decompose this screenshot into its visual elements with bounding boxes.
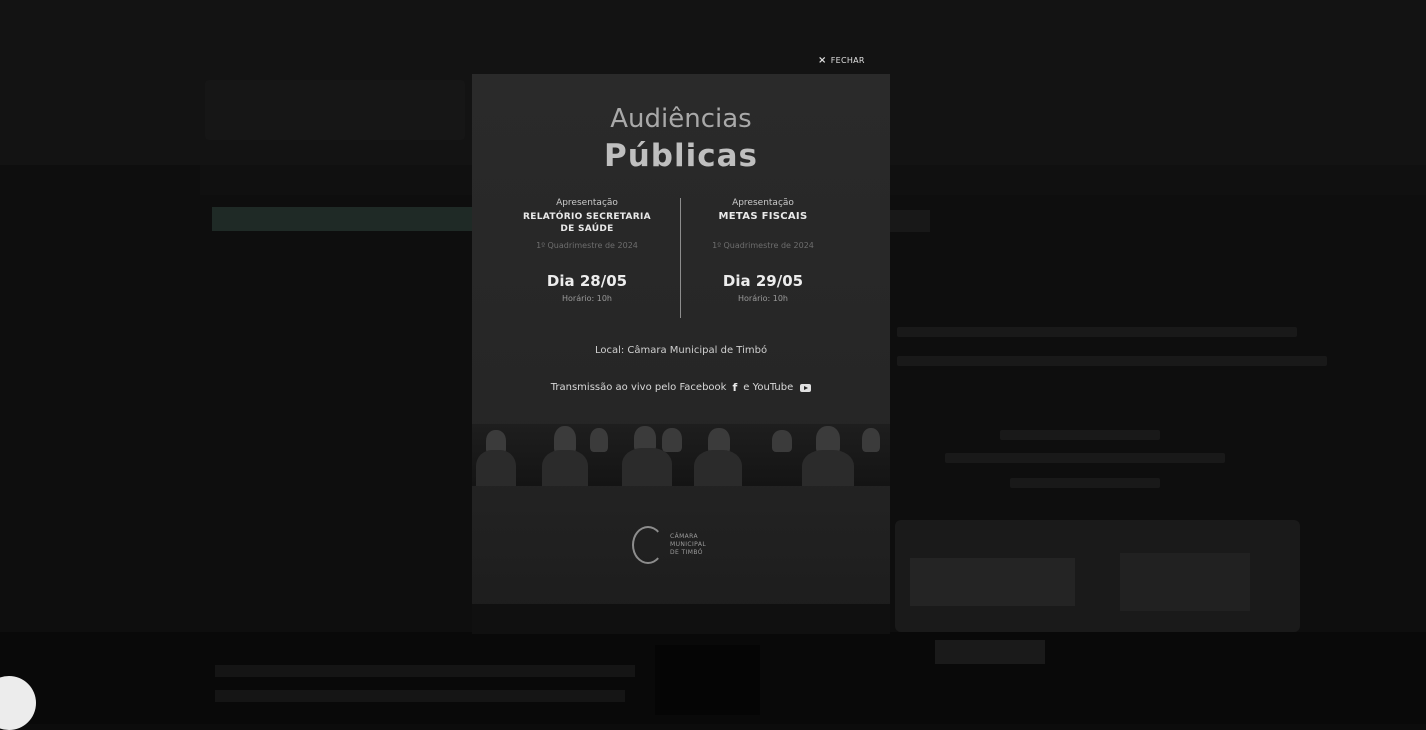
camara-logo-text: CÂMARA MUNICIPAL DE TIMBÓ bbox=[670, 533, 706, 557]
hearing-right-label: Apresentação bbox=[732, 198, 794, 208]
camara-logo-icon bbox=[632, 526, 664, 564]
hearing-left-subject-line2: DE SAÚDE bbox=[560, 224, 614, 234]
hearing-right-time: Horário: 10h bbox=[738, 294, 788, 303]
close-label: FECHAR bbox=[830, 55, 865, 65]
background-text-line bbox=[897, 327, 1297, 337]
hearing-left-period: 1º Quadrimestre de 2024 bbox=[536, 241, 638, 250]
transmission-prefix: Transmissão ao vivo pelo Facebook bbox=[550, 382, 727, 393]
camara-logo-line1: CÂMARA bbox=[670, 533, 699, 540]
hearing-left-subject-line1: RELATÓRIO SECRETARIA bbox=[523, 212, 651, 222]
youtube-icon bbox=[800, 383, 812, 392]
background-text-line bbox=[1010, 478, 1160, 488]
transmission-info: Transmissão ao vivo pelo Facebook f e Yo… bbox=[472, 381, 890, 394]
hearing-location: Local: Câmara Municipal de Timbó bbox=[594, 345, 768, 356]
hearing-left-subject: RELATÓRIO SECRETARIA DE SAÚDE bbox=[492, 211, 682, 235]
facebook-icon: f bbox=[732, 381, 738, 394]
camara-logo-line3: DE TIMBÓ bbox=[670, 549, 703, 556]
background-text-line bbox=[1000, 430, 1160, 440]
background-banner-seal bbox=[1120, 553, 1250, 611]
camara-logo: CÂMARA MUNICIPAL DE TIMBÓ bbox=[632, 526, 706, 564]
audience-head bbox=[862, 428, 880, 452]
close-icon: × bbox=[818, 54, 827, 66]
background-footer-button bbox=[935, 640, 1045, 664]
background-footer-link bbox=[215, 665, 635, 677]
close-button[interactable]: × FECHAR bbox=[818, 50, 888, 70]
audience-head bbox=[772, 430, 792, 452]
modal-bottom-strip bbox=[472, 604, 890, 634]
camara-logo-line2: MUNICIPAL bbox=[670, 541, 707, 548]
audience-body bbox=[622, 448, 672, 486]
background-text-line bbox=[897, 356, 1327, 366]
background-section-title-tail bbox=[890, 210, 930, 232]
hearing-right-subject: METAS FISCAIS bbox=[718, 211, 808, 222]
background-text-line bbox=[945, 453, 1225, 463]
hearing-left-time: Horário: 10h bbox=[562, 294, 612, 303]
transmission-mid: e YouTube bbox=[743, 382, 794, 393]
background-section-title bbox=[212, 207, 472, 231]
audience-head bbox=[662, 428, 682, 452]
audience-body bbox=[476, 450, 516, 486]
hearing-right: Apresentação METAS FISCAIS 1º Quadrimest… bbox=[668, 198, 858, 303]
background-banner-word bbox=[910, 558, 1075, 606]
announcement-modal: Audiências Públicas Apresentação RELATÓR… bbox=[472, 74, 890, 634]
audience-head bbox=[590, 428, 608, 452]
hearing-right-date: Dia 29/05 bbox=[722, 272, 804, 290]
audience-body bbox=[802, 450, 854, 486]
hearing-left-date: Dia 28/05 bbox=[546, 272, 628, 290]
hearing-left-label: Apresentação bbox=[556, 198, 618, 208]
audience-body bbox=[542, 450, 588, 486]
audience-illustration bbox=[472, 424, 890, 486]
hearing-left: Apresentação RELATÓRIO SECRETARIA DE SAÚ… bbox=[492, 198, 682, 303]
hearing-right-period: 1º Quadrimestre de 2024 bbox=[712, 241, 814, 250]
poster-title-top: Audiências bbox=[610, 104, 752, 134]
poster-title-bottom: Públicas bbox=[604, 138, 758, 174]
background-footer-thumbnail bbox=[655, 645, 760, 715]
audience-body bbox=[694, 450, 742, 486]
background-footer-link bbox=[215, 690, 625, 702]
background-logo bbox=[205, 80, 465, 140]
